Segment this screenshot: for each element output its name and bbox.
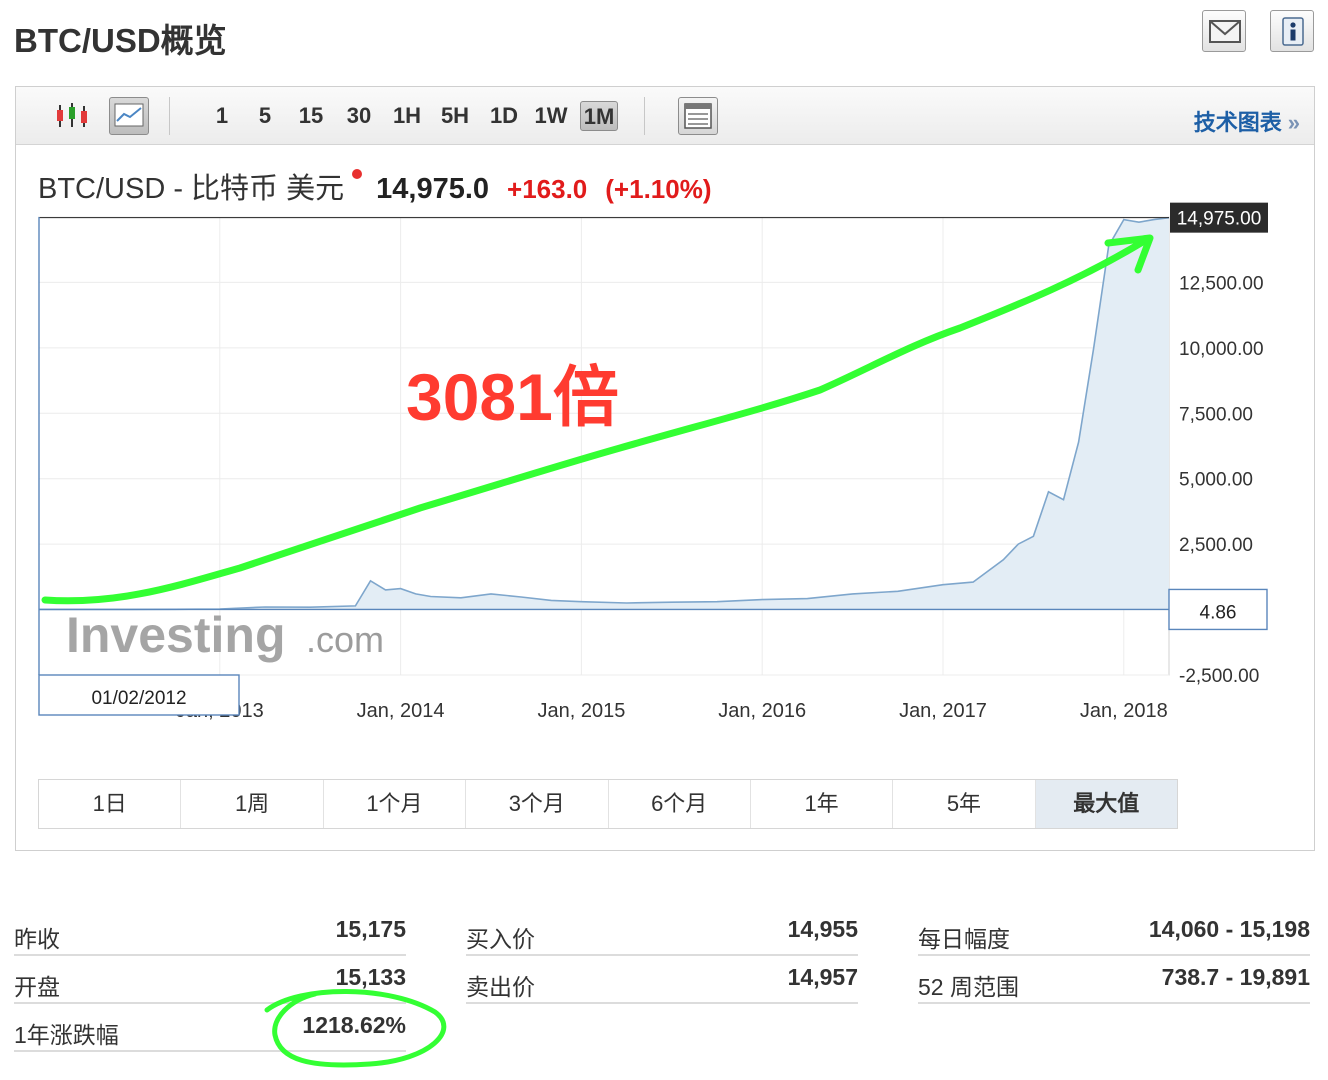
- y-tick-label: 2,500.00: [1179, 535, 1253, 556]
- mail-icon[interactable]: [1202, 10, 1246, 52]
- price-chart[interactable]: 14,975.00 12,500.00 10,000.00 7,500.00 5,000…: [16, 87, 1316, 852]
- range-button[interactable]: 5年: [893, 780, 1036, 828]
- range-button[interactable]: 6个月: [609, 780, 751, 828]
- range-button[interactable]: 1年: [751, 780, 894, 828]
- range-button[interactable]: 1周: [181, 780, 324, 828]
- range-button[interactable]: 1日: [39, 780, 182, 828]
- y-tick-label: 10,000.00: [1179, 339, 1264, 360]
- stat-value: 15,175: [335, 916, 406, 942]
- stat-row: 1年涨跌幅 1218.62%: [14, 1004, 406, 1052]
- stat-row: 昨收 15,175: [14, 908, 406, 956]
- stat-row: 52 周范围 738.7 - 19,891: [918, 956, 1310, 1004]
- stat-value: 15,133: [335, 964, 406, 990]
- stats-column-2: 买入价 14,955 卖出价 14,957: [466, 908, 858, 1004]
- stat-label: 买入价: [466, 926, 535, 952]
- x-tick-label: Jan, 2014: [357, 700, 445, 722]
- y-tick-label: 7,500.00: [1179, 404, 1253, 425]
- stats-column-3: 每日幅度 14,060 - 15,198 52 周范围 738.7 - 19,891: [918, 908, 1310, 1004]
- x-tick-label: Jan, 2017: [899, 700, 987, 722]
- stat-label: 卖出价: [466, 974, 535, 1000]
- watermark-logo: Investing: [66, 607, 285, 663]
- stat-value: 14,060 - 15,198: [1148, 916, 1310, 942]
- watermark-suffix: .com: [306, 619, 384, 660]
- range-button[interactable]: 1个月: [324, 780, 467, 828]
- y-tick-label: 5,000.00: [1179, 470, 1253, 491]
- range-button[interactable]: 最大值: [1035, 780, 1177, 828]
- stat-value: 14,955: [787, 916, 858, 942]
- stat-row: 开盘 15,133: [14, 956, 406, 1004]
- range-selector: 1日 1周 1个月 3个月 6个月 1年 5年 最大值: [38, 779, 1178, 829]
- stat-label: 昨收: [14, 926, 60, 952]
- crosshair-x-label: 01/02/2012: [91, 688, 186, 709]
- stat-label: 开盘: [14, 974, 60, 1000]
- x-tick-label: Jan, 2015: [537, 700, 625, 722]
- y-tick-label: -2,500.00: [1179, 666, 1259, 687]
- last-price-label: 14,975.00: [1177, 209, 1262, 230]
- crosshair-y-label: 4.86: [1200, 602, 1237, 623]
- stat-row: 买入价 14,955: [466, 908, 858, 956]
- stat-row: 每日幅度 14,060 - 15,198: [918, 908, 1310, 956]
- x-tick-label: Jan, 2018: [1080, 700, 1168, 722]
- range-button[interactable]: 3个月: [466, 780, 609, 828]
- stat-value: 14,957: [787, 964, 858, 990]
- stat-value: 738.7 - 19,891: [1161, 964, 1310, 990]
- stat-label: 1年涨跌幅: [14, 1022, 119, 1048]
- info-icon[interactable]: [1270, 10, 1314, 52]
- y-tick-label: 12,500.00: [1179, 273, 1264, 294]
- stat-label: 每日幅度: [918, 926, 1010, 952]
- chart-panel: 1 5 15 30 1H 5H 1D 1W 1M 技术图表» BTC/USD - 比特币 美元 1…: [15, 86, 1315, 851]
- stat-row: 卖出价 14,957: [466, 956, 858, 1004]
- page-title: BTC/USD概览: [14, 22, 227, 59]
- annotation-text: 3081倍: [406, 360, 619, 434]
- stat-value: 1218.62%: [302, 1012, 406, 1038]
- stat-label: 52 周范围: [918, 974, 1019, 1000]
- x-tick-label: Jan, 2016: [718, 700, 806, 722]
- stats-column-1: 昨收 15,175 开盘 15,133 1年涨跌幅 1218.62%: [14, 908, 406, 1052]
